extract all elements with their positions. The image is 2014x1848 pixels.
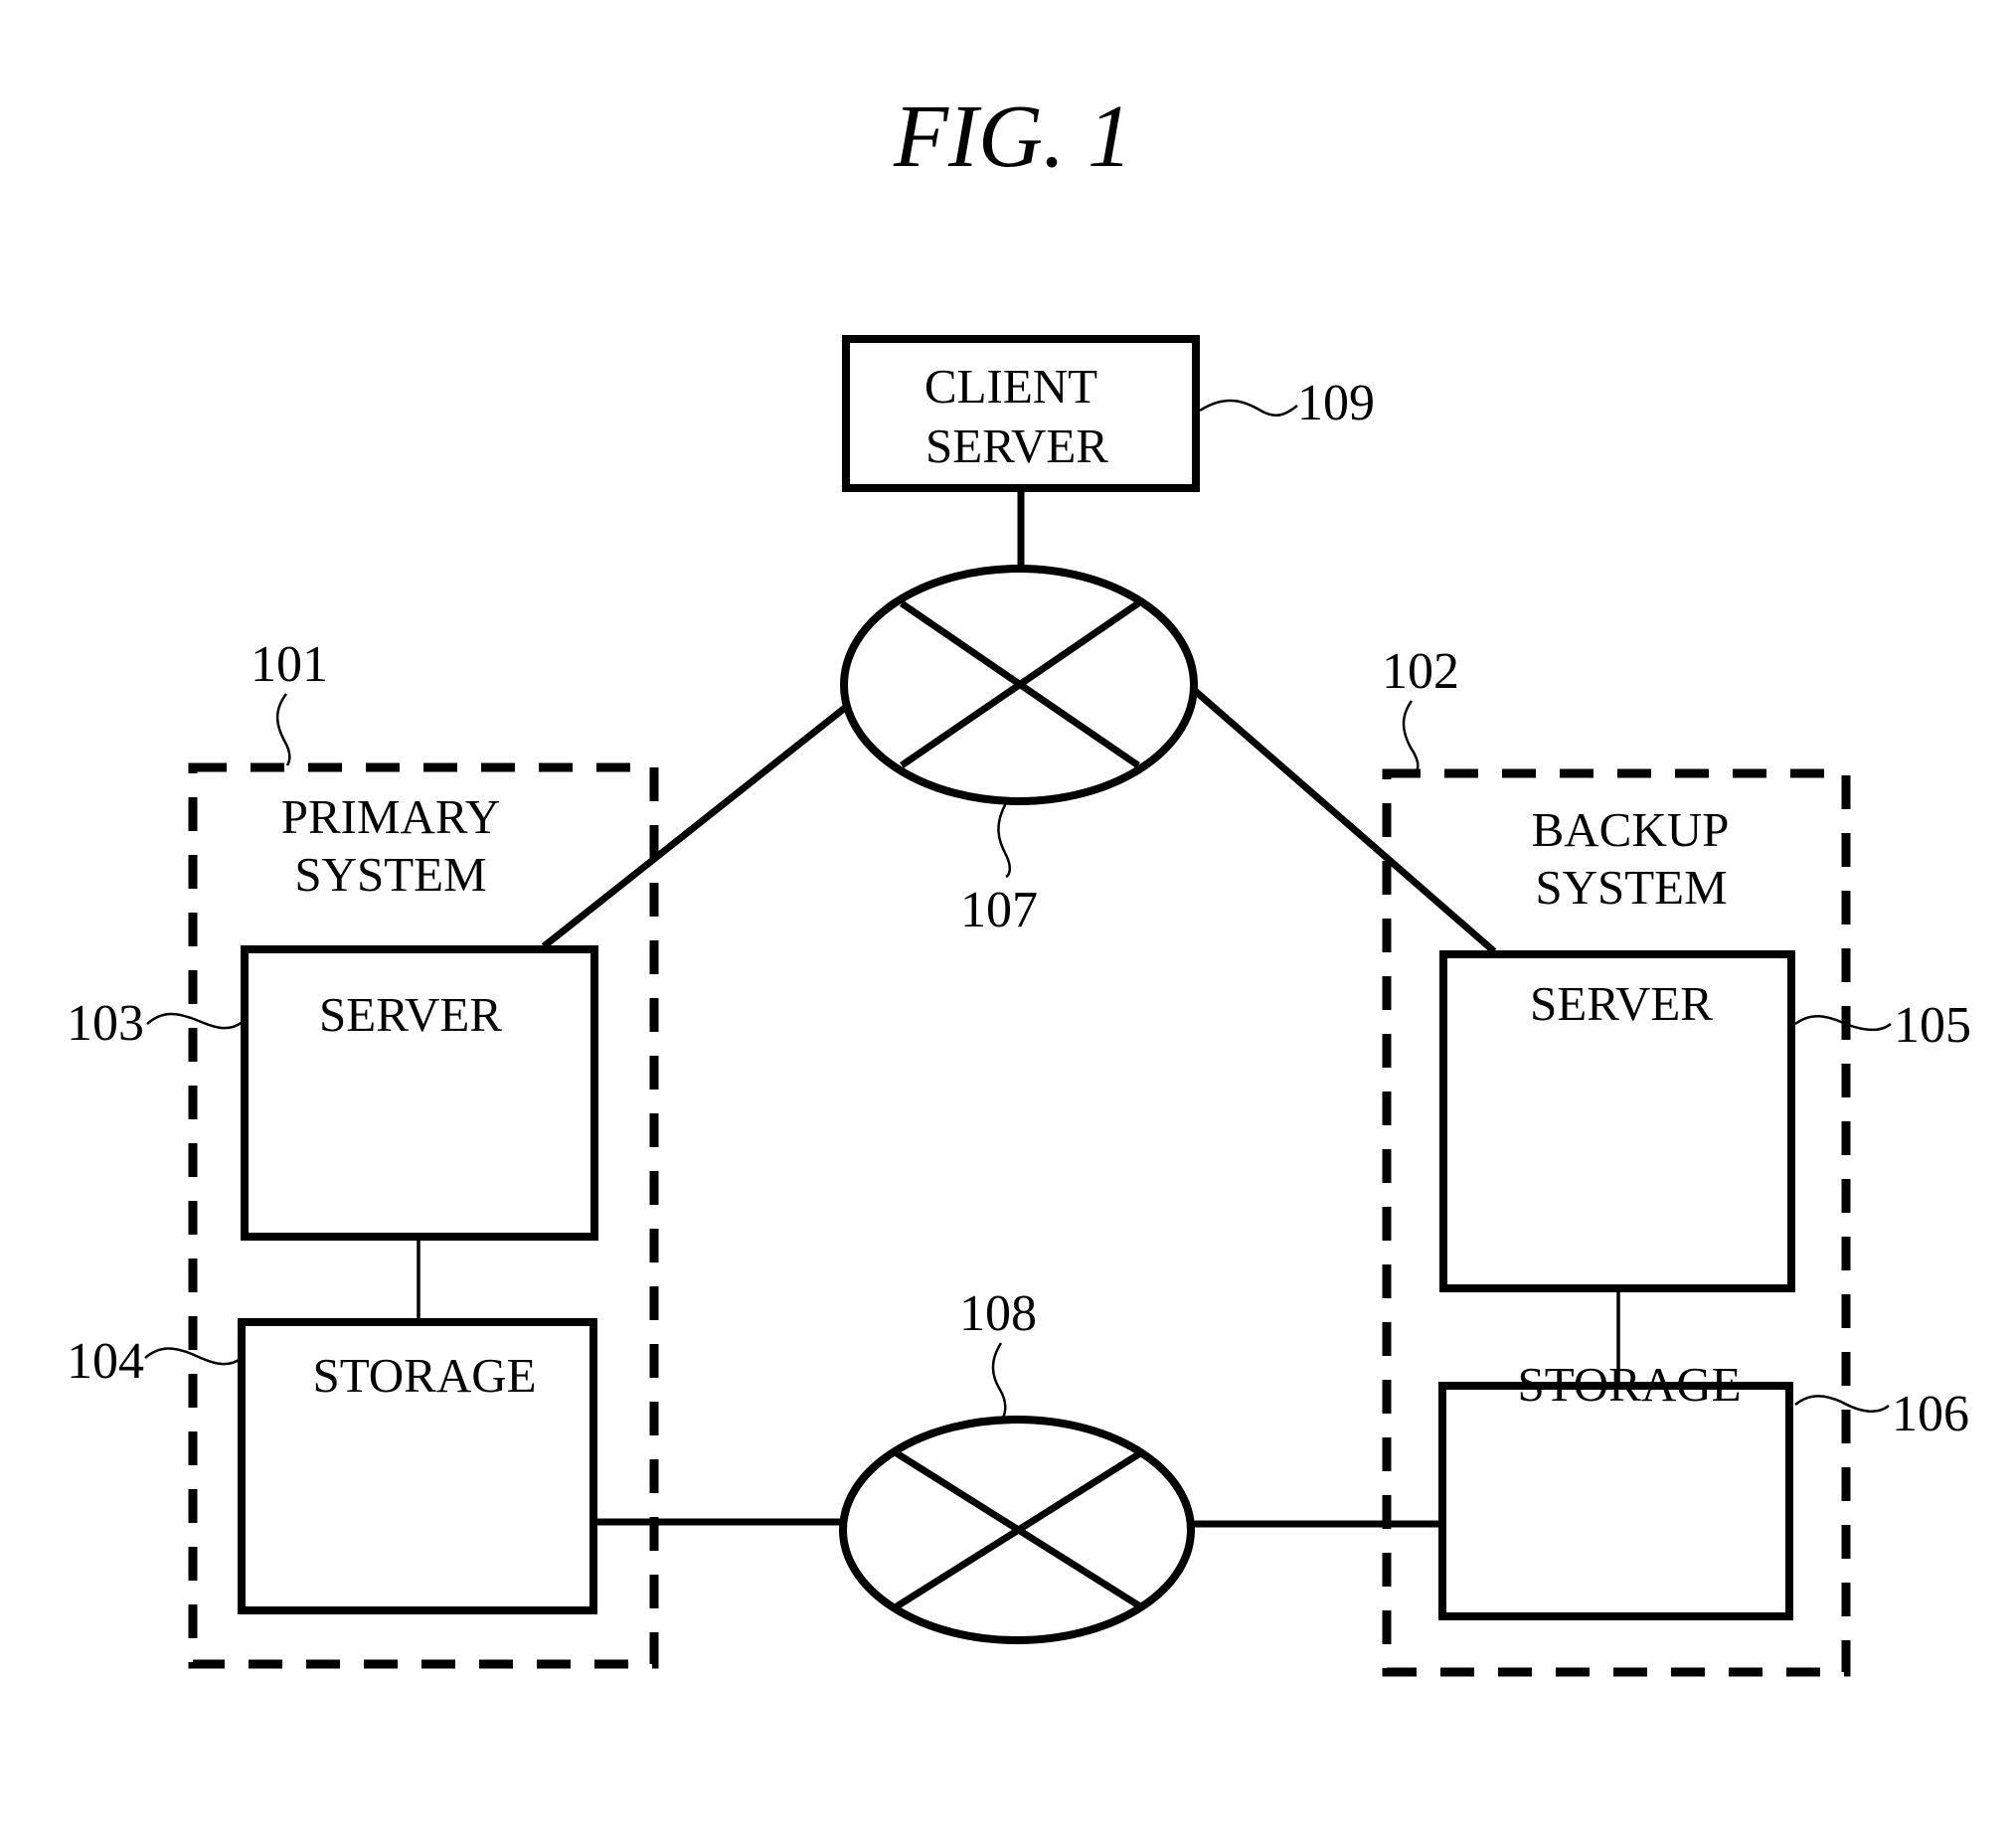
- ref-label-109: 109: [1297, 375, 1375, 431]
- ref-leader-106: [1794, 1395, 1890, 1414]
- primary-storage-node: STORAGE: [238, 1318, 597, 1614]
- backup-system-title-line1: BACKUP: [1532, 802, 1730, 857]
- network-bottom-node: [839, 1416, 1195, 1644]
- ref-label-103: 103: [67, 995, 144, 1052]
- ref-leader-107: [997, 802, 1011, 879]
- ref-label-102: 102: [1382, 643, 1459, 700]
- ref-label-106: 106: [1892, 1386, 1969, 1442]
- primary-storage-label: STORAGE: [312, 1348, 536, 1403]
- client-server-node: CLIENT SERVER: [842, 335, 1200, 492]
- ref-leader-101: [275, 693, 291, 766]
- primary-server-label: SERVER: [319, 987, 502, 1042]
- ref-label-108: 108: [959, 1285, 1037, 1342]
- wire-network-top-to-backup-server: [1191, 687, 1497, 954]
- primary-server-node: SERVER: [241, 945, 598, 1241]
- backup-storage-label: STORAGE: [1517, 1357, 1741, 1412]
- ref-leader-103: [146, 1012, 244, 1030]
- ref-leader-104: [144, 1347, 243, 1366]
- figure-title: FIG. 1: [893, 87, 1132, 186]
- client-server-label-line1: CLIENT: [924, 359, 1097, 414]
- ref-label-101: 101: [251, 636, 328, 693]
- wire-network-top-to-primary-server: [541, 705, 848, 949]
- backup-system-title-line2: SYSTEM: [1535, 860, 1727, 915]
- ref-label-105: 105: [1894, 997, 1971, 1054]
- ref-label-104: 104: [67, 1333, 144, 1390]
- system-diagram: FIG. 1 CLIENT SERVER 109 107 108 101 PRI…: [67, 87, 1971, 1677]
- primary-system-title-line1: PRIMARY: [281, 789, 501, 844]
- network-top-node: [840, 565, 1198, 805]
- client-server-label-line2: SERVER: [925, 419, 1108, 473]
- ref-leader-109: [1199, 399, 1298, 417]
- ref-label-107: 107: [960, 882, 1038, 938]
- backup-storage-box: [1438, 1382, 1793, 1620]
- backup-server-label: SERVER: [1530, 976, 1713, 1031]
- ref-leader-108: [991, 1342, 1007, 1419]
- backup-server-node: SERVER: [1439, 950, 1795, 1292]
- primary-system-title-line2: SYSTEM: [294, 847, 486, 902]
- ref-leader-102: [1402, 700, 1420, 773]
- backup-storage-node: STORAGE: [1438, 1357, 1793, 1620]
